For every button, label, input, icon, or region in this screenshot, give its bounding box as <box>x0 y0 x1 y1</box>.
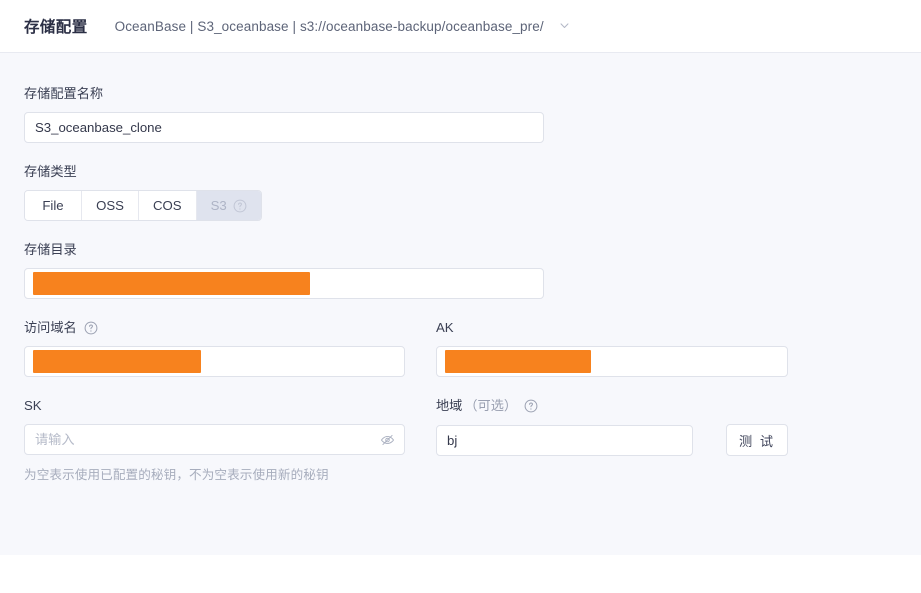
storage-directory-input[interactable] <box>24 268 544 299</box>
eye-off-icon[interactable] <box>380 432 395 447</box>
region-label-text: 地域 <box>436 398 463 413</box>
footer-pane <box>0 555 921 593</box>
redaction-bar <box>445 350 591 373</box>
region-value: bj <box>447 432 458 448</box>
endpoint-input[interactable] <box>24 346 405 377</box>
field-endpoint: 访问域名 <box>24 319 405 377</box>
page-title: 存储配置 <box>24 19 88 36</box>
storage-type-tabs: File OSS COS S3 <box>24 190 262 221</box>
sk-label-text: SK <box>24 398 42 413</box>
storage-type-tab-s3[interactable]: S3 <box>196 191 261 220</box>
test-button-label: 测 试 <box>738 433 776 449</box>
endpoint-label-text: 访问域名 <box>24 320 77 335</box>
storage-type-tab-file[interactable]: File <box>25 191 82 220</box>
field-storage-name: 存储配置名称 S3_oceanbase_clone <box>24 85 897 143</box>
sk-label: SK <box>24 397 405 415</box>
breadcrumb-text: OceanBase | S3_oceanbase | s3://oceanbas… <box>114 18 544 34</box>
field-storage-directory: 存储目录 <box>24 241 897 299</box>
redaction-bar <box>33 350 201 373</box>
storage-config-form: 存储配置名称 S3_oceanbase_clone 存储类型 File OSS <box>0 53 921 483</box>
help-circle-icon[interactable] <box>233 199 247 213</box>
breadcrumb[interactable]: OceanBase | S3_oceanbase | s3://oceanbas… <box>115 19 570 34</box>
region-input[interactable]: bj <box>436 424 693 456</box>
storage-directory-label: 存储目录 <box>24 241 897 259</box>
row-endpoint-ak: 访问域名 AK <box>24 319 897 377</box>
storage-directory-label-text: 存储目录 <box>24 242 77 257</box>
field-storage-type: 存储类型 File OSS COS S3 <box>24 163 897 221</box>
tab-file-label: File <box>42 198 64 213</box>
storage-name-value: S3_oceanbase_clone <box>35 120 162 135</box>
storage-type-tab-cos[interactable]: COS <box>139 191 197 220</box>
tab-oss-label: OSS <box>96 198 124 213</box>
storage-config-screen: 存储配置 OceanBase | S3_oceanbase | s3://oce… <box>0 0 921 593</box>
page-header: 存储配置 OceanBase | S3_oceanbase | s3://oce… <box>0 0 921 53</box>
field-ak: AK <box>436 319 788 377</box>
redaction-bar <box>33 272 310 295</box>
region-row: bj 测 试 <box>436 424 788 456</box>
region-optional-text: （可选） <box>464 398 518 413</box>
help-circle-icon[interactable] <box>84 321 98 335</box>
test-button[interactable]: 测 试 <box>726 424 788 456</box>
storage-name-label: 存储配置名称 <box>24 85 897 103</box>
field-region: 地域 （可选） bj 测 试 <box>436 397 788 483</box>
endpoint-label: 访问域名 <box>24 319 405 337</box>
sk-input[interactable]: 请输入 <box>24 424 405 455</box>
ak-input[interactable] <box>436 346 788 377</box>
storage-type-label-text: 存储类型 <box>24 164 77 179</box>
tab-s3-label: S3 <box>210 198 227 213</box>
chevron-down-icon[interactable] <box>559 20 570 31</box>
sk-hint: 为空表示使用已配置的秘钥，不为空表示使用新的秘钥 <box>24 468 329 482</box>
help-circle-icon[interactable] <box>524 399 538 413</box>
storage-name-label-text: 存储配置名称 <box>24 86 104 101</box>
ak-label: AK <box>436 319 788 337</box>
row-sk-region: SK 请输入 为空表示使用已配置的秘钥，不为空表示使用新的秘钥 地域 （可选） … <box>24 397 897 483</box>
field-sk: SK 请输入 为空表示使用已配置的秘钥，不为空表示使用新的秘钥 <box>24 397 405 483</box>
storage-name-input[interactable]: S3_oceanbase_clone <box>24 112 544 143</box>
region-label: 地域 （可选） <box>436 397 788 415</box>
storage-type-tab-oss[interactable]: OSS <box>82 191 139 220</box>
ak-label-text: AK <box>436 320 454 335</box>
sk-placeholder: 请输入 <box>35 432 75 447</box>
form-pane: 存储配置名称 S3_oceanbase_clone 存储类型 File OSS <box>0 53 921 555</box>
storage-type-label: 存储类型 <box>24 163 897 181</box>
tab-cos-label: COS <box>153 198 182 213</box>
